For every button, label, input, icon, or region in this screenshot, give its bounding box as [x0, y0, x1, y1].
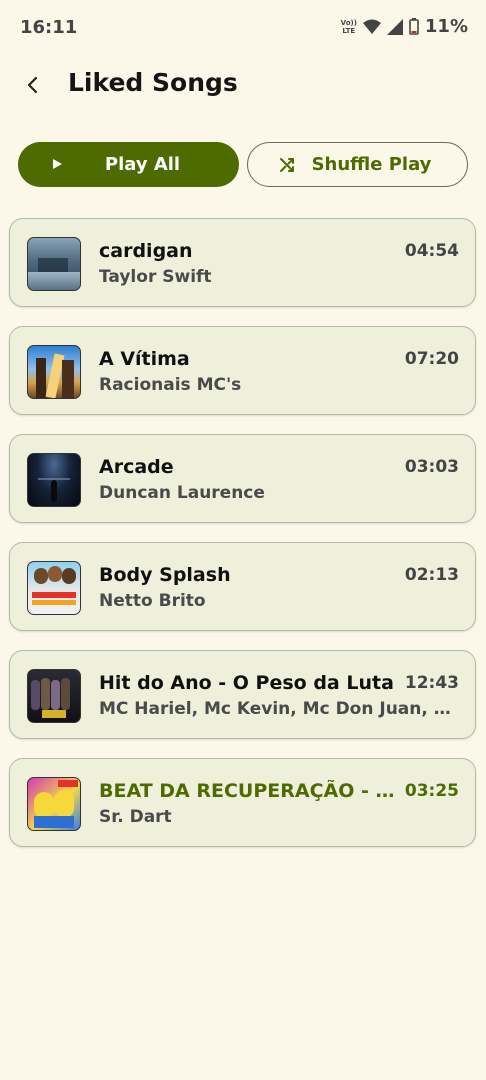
- song-item[interactable]: Body Splash Netto Brito 02:13: [9, 542, 476, 631]
- shuffle-play-button[interactable]: Shuffle Play: [247, 142, 468, 187]
- album-art: [27, 669, 81, 723]
- song-title: Body Splash: [99, 564, 231, 586]
- song-title: Hit do Ano - O Peso da Luta: [99, 672, 394, 694]
- song-item[interactable]: Hit do Ano - O Peso da Luta MC Hariel, M…: [9, 650, 476, 739]
- song-title: Arcade: [99, 456, 174, 478]
- song-duration: 02:13: [404, 565, 459, 585]
- song-title: BEAT DA RECUPERAÇÃO - R...: [99, 780, 399, 802]
- signal-icon: [386, 18, 403, 35]
- song-artist: MC Hariel, Mc Kevin, Mc Don Juan, Mc Dav…: [99, 699, 451, 719]
- app-header: Liked Songs: [0, 62, 486, 108]
- status-time: 16:11: [20, 17, 78, 38]
- song-duration: 03:03: [404, 457, 459, 477]
- play-all-button[interactable]: Play All: [18, 142, 239, 187]
- chevron-left-icon: [27, 76, 38, 94]
- song-artist: Netto Brito: [99, 591, 206, 611]
- status-bar: 16:11 Vo)) LTE 11%: [0, 0, 486, 56]
- song-title: A Vítima: [99, 348, 190, 370]
- page-title: Liked Songs: [68, 68, 238, 97]
- song-duration: 04:54: [404, 241, 459, 261]
- wifi-icon: [362, 19, 381, 34]
- song-item[interactable]: Arcade Duncan Laurence 03:03: [9, 434, 476, 523]
- album-art: [27, 453, 81, 507]
- album-art: [27, 237, 81, 291]
- song-duration: 03:25: [404, 781, 459, 801]
- battery-percent: 11%: [424, 16, 468, 37]
- shuffle-play-label: Shuffle Play: [311, 154, 432, 175]
- album-art: [27, 345, 81, 399]
- battery-icon: [409, 18, 419, 35]
- song-artist: Sr. Dart: [99, 807, 172, 827]
- play-all-label: Play All: [104, 154, 181, 175]
- song-item[interactable]: cardigan Taylor Swift 04:54: [9, 218, 476, 307]
- song-artist: Duncan Laurence: [99, 483, 265, 503]
- volte-icon: Vo)) LTE: [340, 18, 357, 35]
- album-art: [27, 561, 81, 615]
- album-art: [27, 777, 81, 831]
- song-artist: Taylor Swift: [99, 267, 212, 287]
- song-artist: Racionais MC's: [99, 375, 242, 395]
- back-button[interactable]: [18, 68, 48, 102]
- status-icons: Vo)) LTE 11%: [341, 16, 468, 37]
- song-duration: 07:20: [404, 349, 459, 369]
- song-item[interactable]: A Vítima Racionais MC's 07:20: [9, 326, 476, 415]
- song-title: cardigan: [99, 240, 193, 262]
- song-duration: 12:43: [404, 673, 459, 693]
- song-item[interactable]: BEAT DA RECUPERAÇÃO - R... Sr. Dart 03:2…: [9, 758, 476, 847]
